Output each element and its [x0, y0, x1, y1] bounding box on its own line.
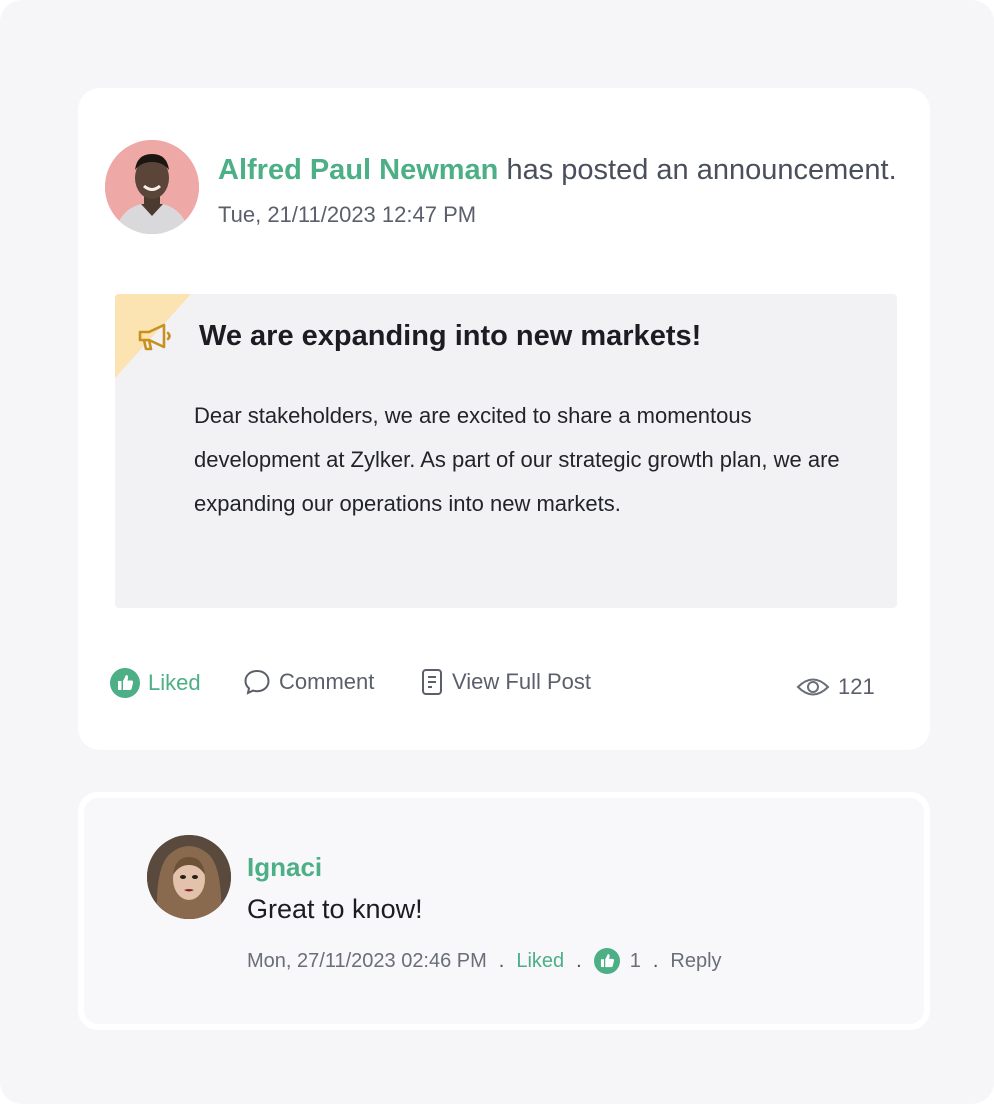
post-header-suffix: has posted an announcement. [506, 154, 897, 186]
thumbs-up-icon [593, 948, 620, 974]
commenter-avatar-image [147, 835, 231, 919]
post-timestamp: Tue, 21/11/2023 12:47 PM [218, 202, 477, 227]
comment-bubble-icon [244, 669, 270, 695]
separator-dot: . [652, 949, 659, 972]
post-header: Alfred Paul Newman has posted an announc… [218, 154, 897, 187]
commenter-avatar[interactable] [147, 835, 231, 919]
document-icon [422, 669, 442, 695]
comment-text: Great to know! [247, 894, 423, 924]
announcement-title: We are expanding into new markets! [199, 320, 702, 352]
reply-button[interactable]: Reply [670, 950, 721, 973]
comment-like-button[interactable]: Liked [516, 950, 564, 973]
eye-icon [796, 678, 830, 696]
announcement-post-card: Alfred Paul Newman has posted an announc… [78, 88, 930, 750]
thumbs-up-icon [110, 668, 140, 698]
comment-button-label: Comment [279, 669, 375, 694]
comment-meta: Mon, 27/11/2023 02:46 PM . Liked . 1 . R… [247, 948, 722, 974]
author-avatar-image [105, 140, 199, 234]
comment-card: Ignaci Great to know! Mon, 27/11/2023 02… [78, 792, 930, 1030]
view-count: 121 [796, 674, 875, 700]
like-button[interactable]: Liked [110, 668, 201, 698]
author-avatar[interactable] [105, 140, 199, 234]
announcement-box: We are expanding into new markets! Dear … [115, 294, 897, 608]
post-actions-bar: Liked Comment View Full Post 121 [78, 668, 930, 708]
comment-like-count: 1 [629, 949, 641, 972]
like-button-label: Liked [148, 670, 201, 695]
comment-timestamp: Mon, 27/11/2023 02:46 PM [247, 949, 487, 972]
megaphone-icon [138, 323, 171, 351]
announcement-body: Dear stakeholders, we are excited to sha… [194, 403, 840, 516]
view-full-post-label: View Full Post [452, 669, 591, 694]
view-count-value: 121 [838, 674, 875, 699]
separator-dot: . [576, 949, 582, 972]
view-full-post-button[interactable]: View Full Post [420, 668, 591, 696]
comment-button[interactable]: Comment [243, 668, 374, 696]
separator-dot: . [498, 949, 505, 972]
author-name-link[interactable]: Alfred Paul Newman [218, 154, 498, 186]
commenter-name[interactable]: Ignaci [247, 852, 322, 883]
feed-background: Alfred Paul Newman has posted an announc… [0, 0, 994, 1104]
